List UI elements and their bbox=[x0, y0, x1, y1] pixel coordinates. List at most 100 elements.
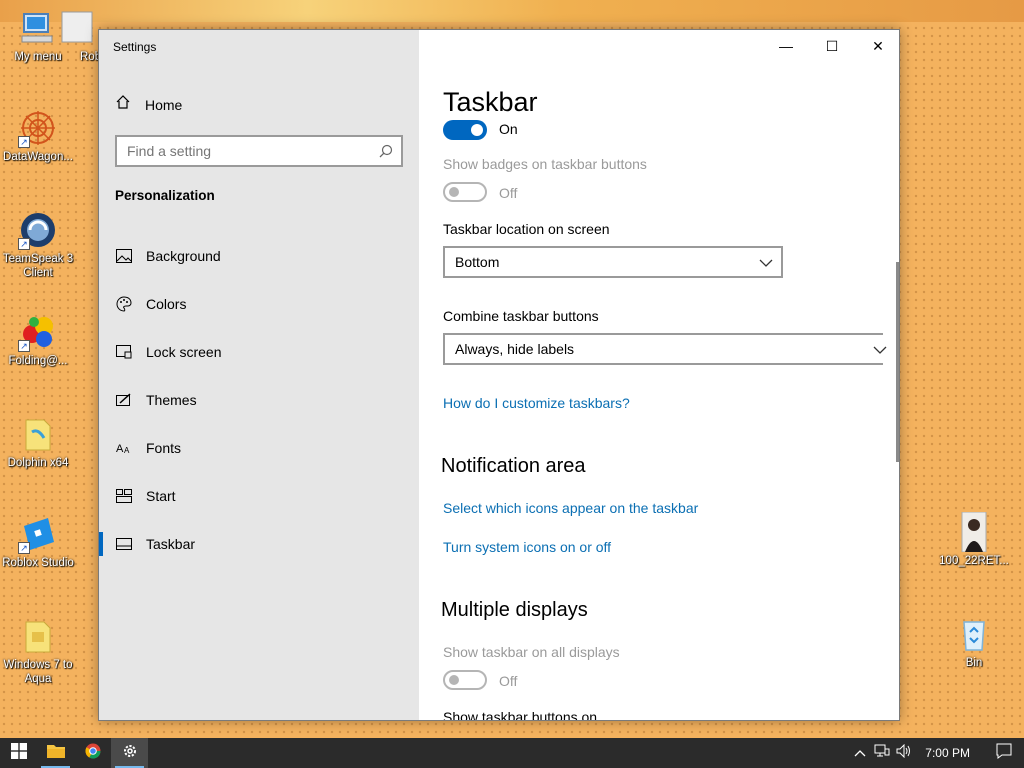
shortcut-arrow-icon: ↗ bbox=[18, 136, 30, 148]
fonts-icon: AA bbox=[115, 439, 133, 457]
page-title: Taskbar bbox=[443, 87, 546, 118]
sidebar-item-label: Themes bbox=[146, 392, 197, 408]
combine-value: Always, hide labels bbox=[455, 341, 575, 357]
combine-label: Combine taskbar buttons bbox=[443, 308, 599, 324]
sidebar-item-fonts[interactable]: AA Fonts bbox=[99, 428, 419, 468]
settings-taskbar-button[interactable] bbox=[111, 738, 148, 768]
all-displays-state: Off bbox=[499, 673, 518, 689]
desktop-icon-dolphin[interactable]: Dolphin x64 bbox=[0, 414, 78, 470]
svg-text:A: A bbox=[124, 446, 130, 455]
badges-label: Show badges on taskbar buttons bbox=[443, 156, 647, 172]
desktop-icon-folding[interactable]: ↗ Folding@... bbox=[0, 312, 78, 368]
roblox-studio-icon: ↗ bbox=[18, 514, 58, 554]
desktop-icon-label: TeamSpeak 3 Client bbox=[2, 253, 74, 279]
home-label: Home bbox=[145, 96, 183, 113]
sidebar-item-label: Taskbar bbox=[146, 536, 196, 552]
desktop-icon-photo[interactable]: 100_22RET... bbox=[934, 511, 1014, 568]
svg-text:A: A bbox=[116, 443, 124, 455]
themes-icon bbox=[115, 391, 133, 409]
taskbar-icon bbox=[115, 535, 133, 553]
show-hidden-icons-button[interactable] bbox=[849, 738, 871, 768]
minimize-button[interactable]: — bbox=[763, 30, 809, 62]
recycle-bin-icon bbox=[954, 614, 994, 654]
multiple-displays-heading: Multiple displays bbox=[441, 599, 588, 621]
desktop-icon-label: Rob bbox=[80, 51, 98, 63]
desktop-icon-teamspeak[interactable]: ↗ TeamSpeak 3 Client bbox=[0, 210, 78, 280]
badges-toggle[interactable] bbox=[443, 182, 487, 202]
shortcut-arrow-icon: ↗ bbox=[18, 340, 30, 352]
folder-icon bbox=[46, 743, 65, 763]
section-heading: Personalization bbox=[115, 188, 215, 203]
network-icon bbox=[874, 744, 890, 763]
taskbar-toggle-on[interactable] bbox=[443, 120, 487, 140]
close-button[interactable]: ✕ bbox=[855, 30, 901, 62]
chevron-down-icon bbox=[759, 256, 773, 268]
search-input[interactable] bbox=[117, 137, 401, 165]
sidebar-item-lock-screen[interactable]: Lock screen bbox=[99, 332, 419, 372]
desktop-icon-label: Folding@... bbox=[8, 355, 68, 367]
computer-icon bbox=[18, 8, 58, 48]
customize-taskbars-link[interactable]: How do I customize taskbars? bbox=[443, 395, 630, 411]
notification-icon bbox=[996, 743, 1012, 764]
all-displays-toggle[interactable] bbox=[443, 670, 487, 690]
taskbar: 7:00 PM bbox=[0, 738, 1024, 768]
location-dropdown[interactable]: Bottom bbox=[443, 246, 783, 278]
teamspeak-icon: ↗ bbox=[18, 210, 58, 250]
system-tray: 7:00 PM bbox=[849, 738, 1024, 768]
desktop-icon-label: DataWagon... bbox=[3, 151, 73, 163]
folding-icon: ↗ bbox=[18, 312, 58, 352]
network-button[interactable] bbox=[871, 738, 893, 768]
window-controls: — ☐ ✕ bbox=[763, 30, 901, 62]
picture-icon bbox=[115, 247, 133, 265]
action-center-button[interactable] bbox=[984, 738, 1024, 768]
buttons-on-label: Show taskbar buttons on bbox=[443, 709, 598, 720]
find-setting-search[interactable] bbox=[115, 135, 403, 167]
volume-button[interactable] bbox=[893, 738, 915, 768]
app-icon bbox=[58, 8, 98, 48]
sidebar-item-label: Fonts bbox=[146, 440, 182, 456]
chevron-down-icon bbox=[873, 343, 887, 355]
sidebar-item-taskbar[interactable]: Taskbar bbox=[99, 524, 419, 564]
select-icons-link[interactable]: Select which icons appear on the taskbar bbox=[443, 500, 698, 516]
sidebar-item-label: Colors bbox=[146, 296, 187, 312]
sidebar-item-background[interactable]: Background bbox=[99, 236, 419, 276]
sidebar-item-start[interactable]: Start bbox=[99, 476, 419, 516]
desktop-icon-label: Bin bbox=[965, 657, 983, 669]
desktop-icon-datawagon[interactable]: ↗ DataWagon... bbox=[0, 108, 78, 164]
shortcut-arrow-icon: ↗ bbox=[18, 238, 30, 250]
combine-dropdown[interactable]: Always, hide labels bbox=[443, 333, 887, 365]
lock-screen-icon bbox=[115, 343, 133, 361]
home-nav[interactable]: Home bbox=[115, 94, 182, 115]
system-icons-link[interactable]: Turn system icons on or off bbox=[443, 539, 611, 555]
maximize-button[interactable]: ☐ bbox=[809, 30, 855, 62]
start-button[interactable] bbox=[0, 738, 37, 768]
sidebar-item-themes[interactable]: Themes bbox=[99, 380, 419, 420]
shortcut-arrow-icon: ↗ bbox=[18, 542, 30, 554]
settings-content: — ☐ ✕ Taskbar On Show badges on taskbar … bbox=[419, 30, 901, 720]
location-value: Bottom bbox=[455, 254, 500, 270]
chevron-up-icon bbox=[854, 744, 866, 762]
sidebar-item-colors[interactable]: Colors bbox=[99, 284, 419, 324]
photo-thumbnail-icon bbox=[954, 511, 994, 553]
toggle-state: On bbox=[499, 121, 518, 137]
desktop-icon-label: Dolphin x64 bbox=[7, 457, 69, 469]
desktop-wallpaper-top bbox=[0, 0, 1024, 22]
toggle-knob bbox=[449, 675, 459, 685]
desktop-icon-recycle-bin[interactable]: Bin bbox=[934, 614, 1014, 670]
all-displays-label: Show taskbar on all displays bbox=[443, 644, 620, 660]
sidebar-item-label: Background bbox=[146, 248, 221, 264]
file-explorer-button[interactable] bbox=[37, 738, 74, 768]
sidebar-item-label: Start bbox=[146, 488, 176, 504]
desktop-icon-rob[interactable]: Rob bbox=[58, 8, 98, 64]
toggle-knob bbox=[449, 187, 459, 197]
chrome-button[interactable] bbox=[74, 738, 111, 768]
settings-window: Settings Home Personalization Background bbox=[98, 29, 900, 721]
palette-icon bbox=[115, 295, 133, 313]
desktop-icon-roblox-studio[interactable]: ↗ Roblox Studio bbox=[0, 514, 78, 570]
clock[interactable]: 7:00 PM bbox=[915, 746, 984, 760]
folder-icon bbox=[18, 414, 58, 454]
folder-icon bbox=[18, 616, 58, 656]
location-label: Taskbar location on screen bbox=[443, 221, 610, 237]
content-scrollbar[interactable] bbox=[896, 262, 899, 462]
desktop-icon-windows7-aqua[interactable]: Windows 7 to Aqua bbox=[0, 616, 78, 686]
